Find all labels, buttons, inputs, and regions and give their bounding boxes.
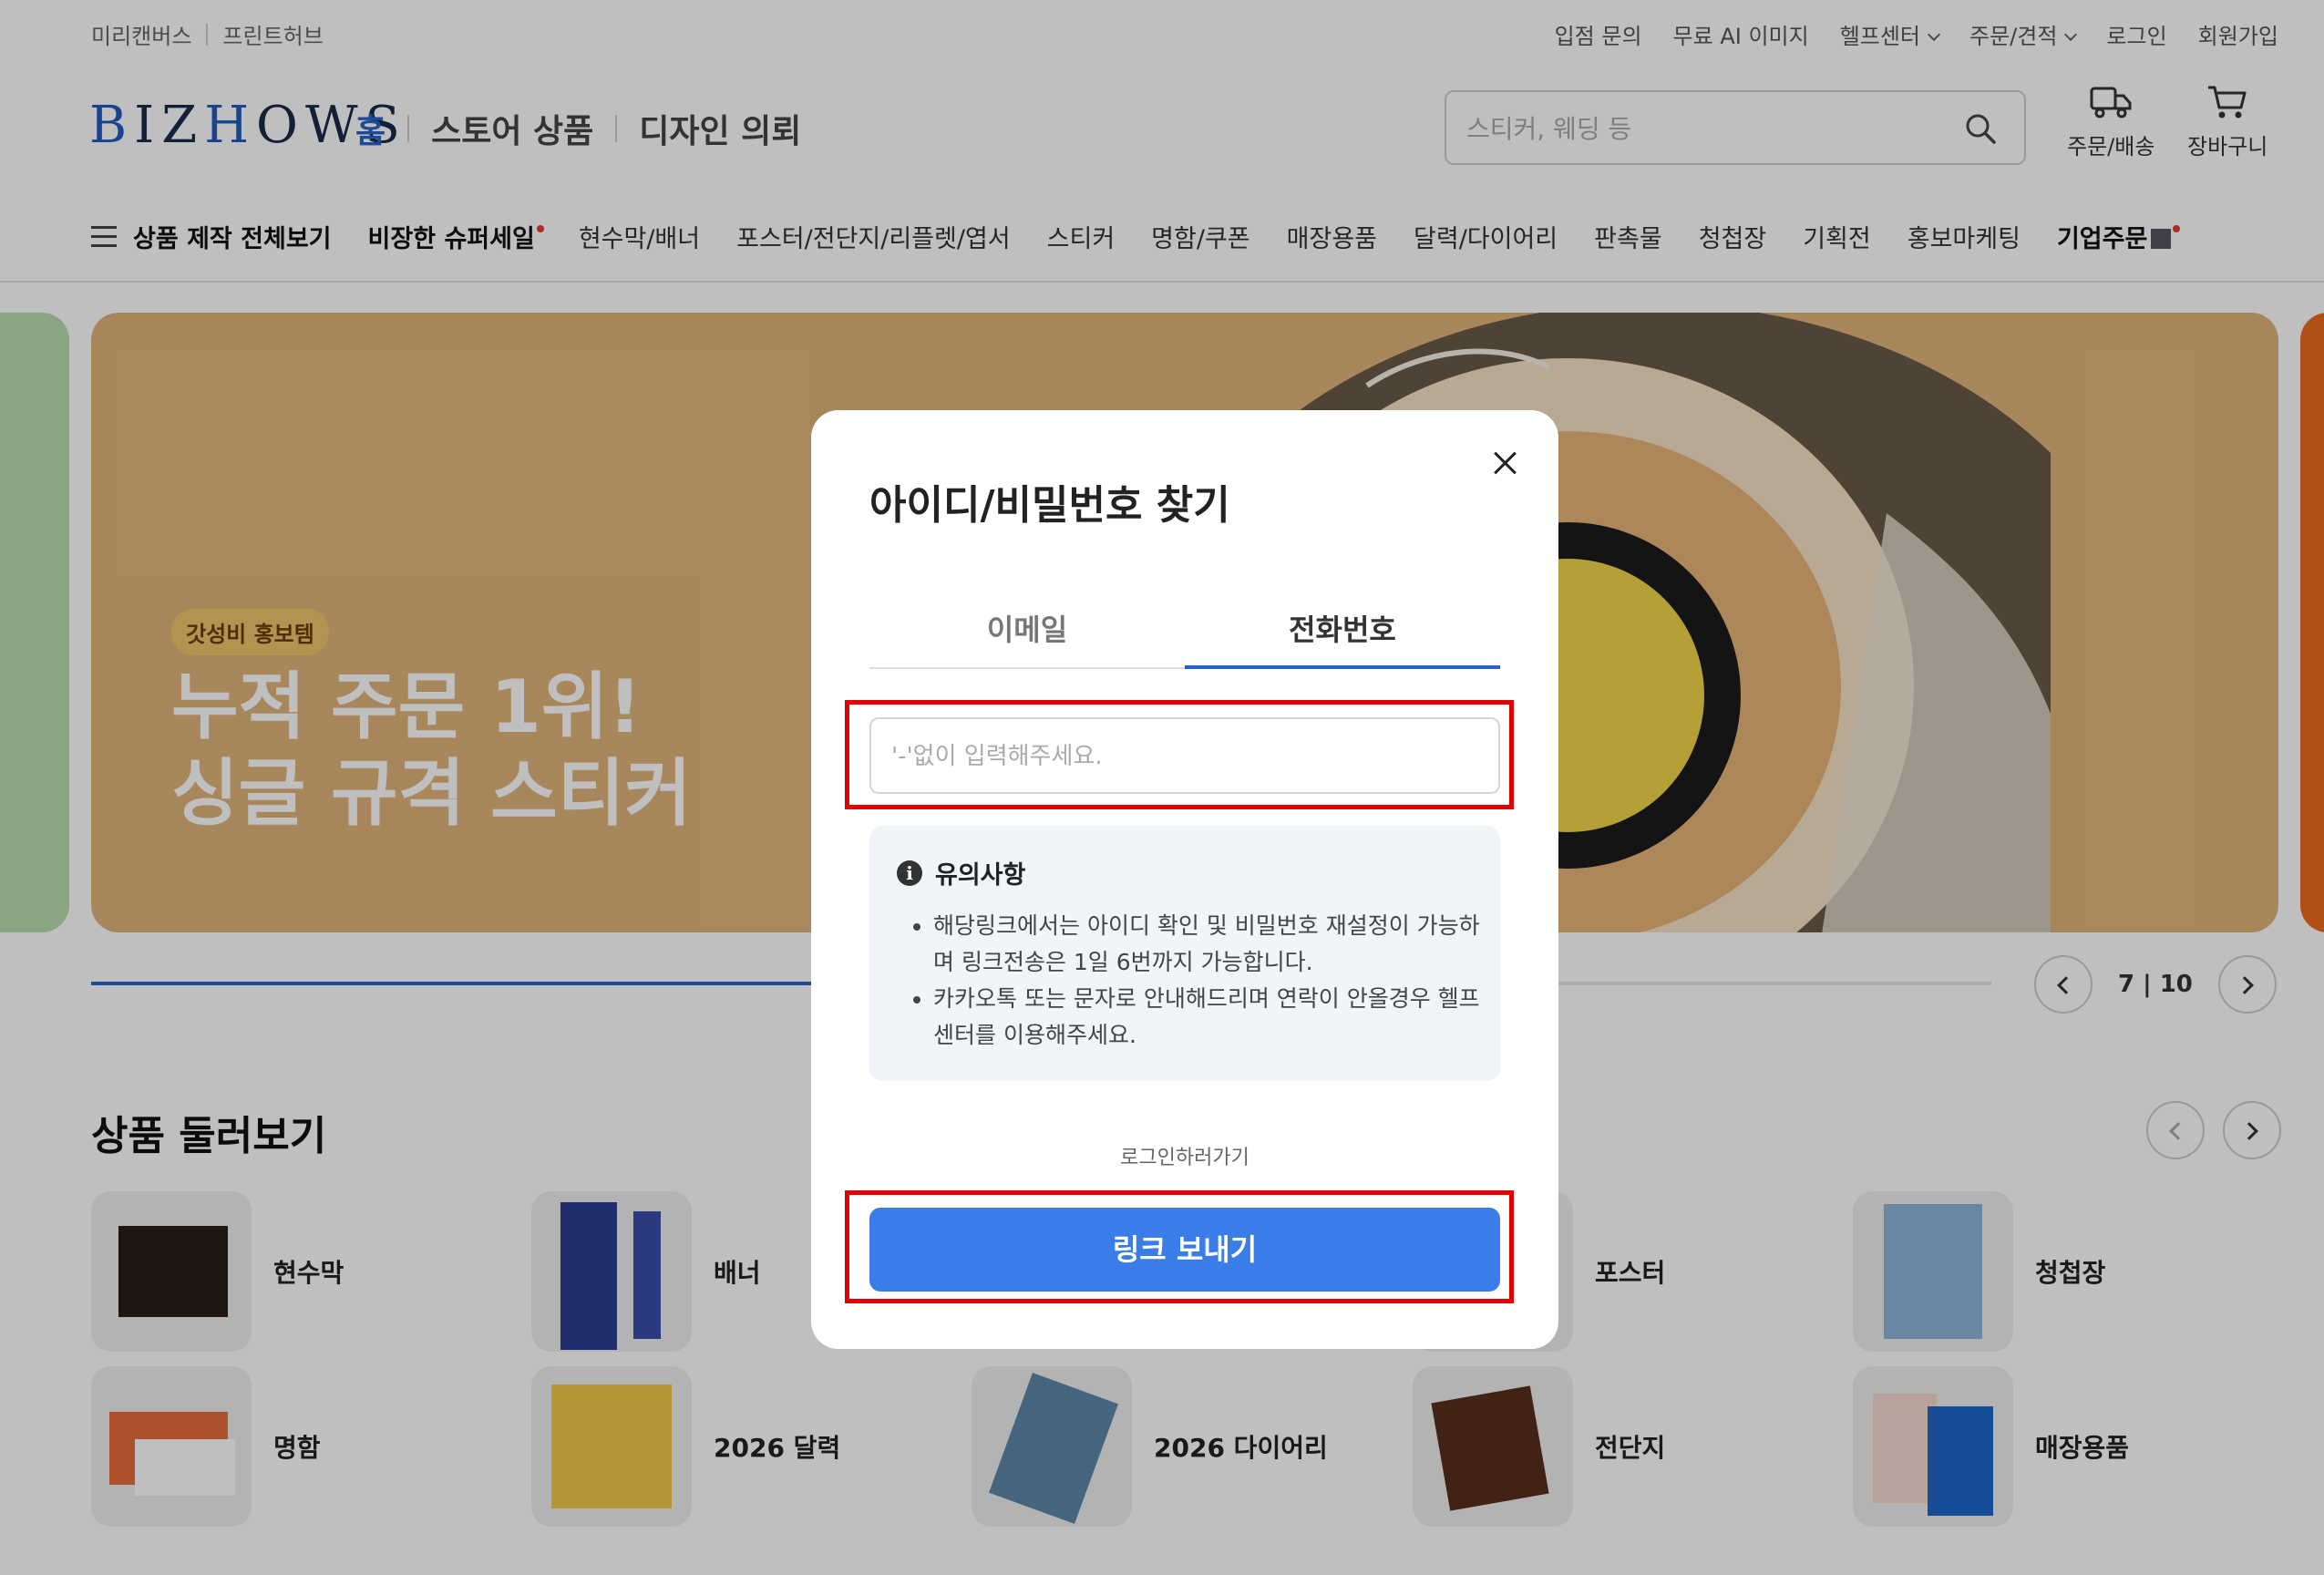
tab-email[interactable]: 이메일	[869, 592, 1185, 667]
close-icon[interactable]	[1489, 447, 1522, 479]
find-account-modal: 아이디/비밀번호 찾기 이메일 전화번호 i 유의사항 해당링크에서는 아이디 …	[811, 410, 1558, 1349]
find-method-tabs: 이메일 전화번호	[869, 592, 1500, 669]
notice-header: i 유의사항	[897, 855, 1025, 890]
notice-box: i 유의사항 해당링크에서는 아이디 확인 및 비밀번호 재설정이 가능하며 링…	[869, 826, 1500, 1081]
notice-item: 해당링크에서는 아이디 확인 및 비밀번호 재설정이 가능하며 링크전송은 1일…	[933, 908, 1480, 981]
send-button-highlight: 링크 보내기	[845, 1190, 1514, 1303]
modal-title: 아이디/비밀번호 찾기	[869, 482, 1230, 529]
phone-input-highlight	[845, 700, 1514, 809]
phone-input-box	[869, 717, 1500, 794]
notice-list: 해당링크에서는 아이디 확인 및 비밀번호 재설정이 가능하며 링크전송은 1일…	[933, 908, 1480, 1054]
go-to-login-link[interactable]: 로그인하러가기	[811, 1141, 1558, 1170]
phone-number-input[interactable]	[891, 737, 1475, 776]
notice-item: 카카오톡 또는 문자로 안내해드리며 연락이 안올경우 헬프센터를 이용해주세요…	[933, 981, 1480, 1054]
send-link-button[interactable]: 링크 보내기	[869, 1208, 1500, 1292]
tab-phone[interactable]: 전화번호	[1185, 592, 1500, 669]
info-icon: i	[897, 860, 922, 886]
notice-title: 유의사항	[935, 861, 1026, 890]
